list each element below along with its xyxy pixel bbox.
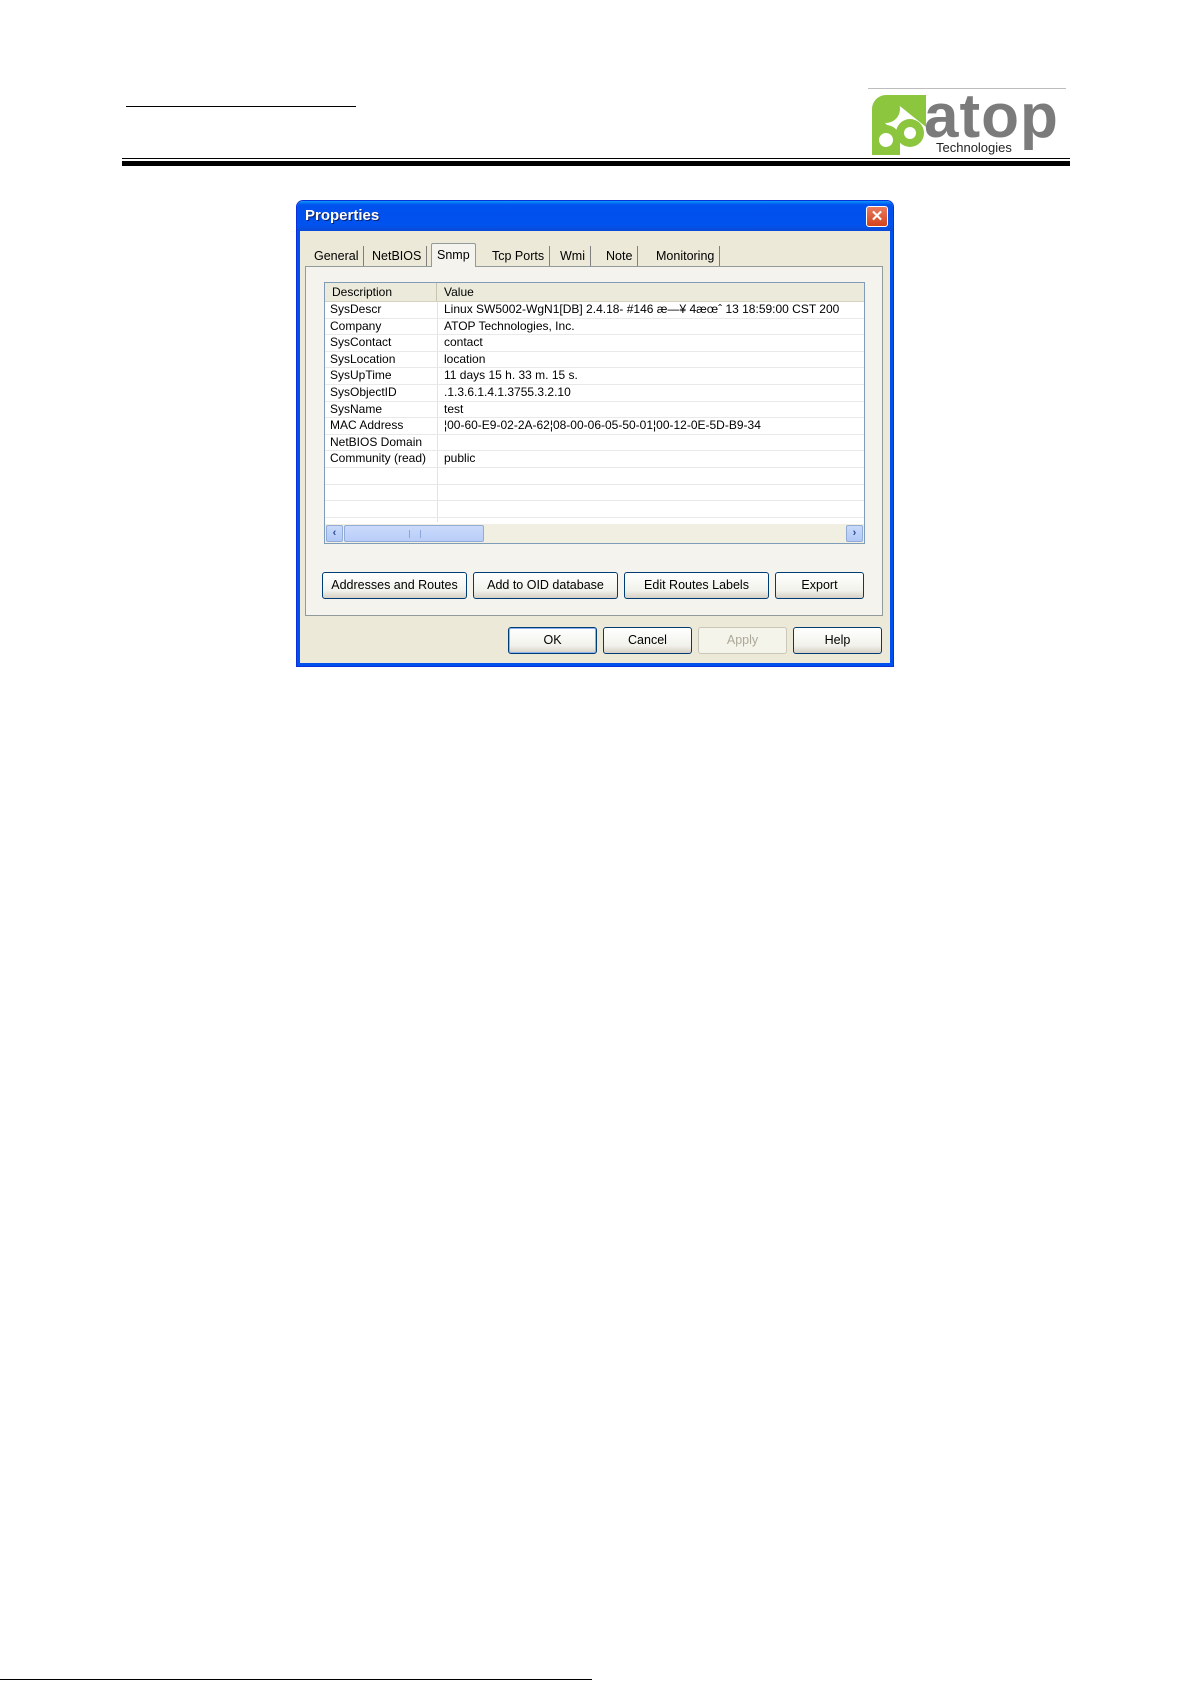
list-row[interactable]: SysLocation location — [325, 352, 864, 369]
addresses-and-routes-button[interactable]: Addresses and Routes — [322, 572, 467, 599]
row-description: Company — [330, 318, 382, 333]
cancel-button[interactable]: Cancel — [603, 627, 692, 654]
row-description: SysLocation — [330, 351, 396, 366]
scroll-thumb[interactable] — [344, 525, 484, 542]
header-short-rule — [126, 106, 356, 107]
title-bar[interactable]: Properties ✕ — [297, 201, 893, 231]
footer-rule — [0, 1679, 592, 1680]
tab-monitoring[interactable]: Monitoring — [651, 246, 721, 266]
row-description: SysContact — [330, 335, 392, 350]
add-to-oid-database-button[interactable]: Add to OID database — [473, 572, 618, 599]
row-description: SysUpTime — [330, 368, 392, 383]
tab-snmp[interactable]: Snmp — [431, 243, 476, 267]
horizontal-scrollbar[interactable]: ‹ › — [325, 524, 864, 543]
frame-left — [297, 231, 300, 666]
tab-tcp-ports[interactable]: Tcp Ports — [487, 246, 551, 266]
row-value: ATOP Technologies, Inc. — [444, 318, 575, 333]
list-row-empty — [325, 501, 864, 518]
list-row[interactable]: Community (read) public — [325, 451, 864, 468]
tab-general[interactable]: General — [309, 246, 365, 266]
frame-right — [890, 231, 893, 666]
tab-netbios[interactable]: NetBIOS — [367, 246, 428, 266]
list-header: Description Value — [325, 283, 864, 302]
list-row[interactable]: Company ATOP Technologies, Inc. — [325, 319, 864, 336]
logo-mark-icon — [872, 95, 926, 155]
row-description: Community (read) — [330, 451, 427, 466]
list-row-empty — [325, 468, 864, 485]
header-thin-rule — [122, 158, 1070, 159]
row-description: NetBIOS Domain — [330, 434, 423, 449]
scroll-right-button[interactable]: › — [846, 525, 863, 542]
scroll-left-button[interactable]: ‹ — [326, 525, 343, 542]
snmp-tab-panel: Description Value SysDescr Linux SW5002-W… — [305, 266, 883, 616]
row-value: .1.3.6.1.4.1.3755.3.2.10 — [444, 384, 571, 399]
help-button[interactable]: Help — [793, 627, 882, 654]
list-rows: SysDescr Linux SW5002-WgN1[DB] 2.4.18- #1… — [325, 302, 864, 535]
row-value: Linux SW5002-WgN1[DB] 2.4.18- #146 æ—¥ 4… — [444, 302, 840, 316]
column-header-description[interactable]: Description — [325, 283, 437, 301]
list-row[interactable]: NetBIOS Domain — [325, 435, 864, 452]
chevron-left-icon: ‹ — [332, 527, 337, 539]
row-description: SysObjectID — [330, 384, 397, 399]
row-description: SysName — [330, 401, 383, 416]
properties-dialog: Properties ✕ General NetBIOS Snmp Tcp Po… — [296, 200, 894, 667]
list-row[interactable]: MAC Address ¦00-60-E9-02-2A-62¦08-00-06-0… — [325, 418, 864, 435]
snmp-list-view[interactable]: Description Value SysDescr Linux SW5002-W… — [324, 282, 865, 544]
ok-button[interactable]: OK — [508, 627, 597, 654]
list-row[interactable]: SysName test — [325, 402, 864, 419]
scroll-grip-icon — [409, 530, 421, 538]
list-row-empty — [325, 485, 864, 502]
row-description: MAC Address — [330, 418, 404, 433]
row-value: ¦00-60-E9-02-2A-62¦08-00-06-05-50-01¦00-… — [444, 418, 761, 433]
export-button[interactable]: Export — [775, 572, 864, 599]
list-row[interactable]: SysDescr Linux SW5002-WgN1[DB] 2.4.18- #1… — [325, 302, 864, 319]
logo-subtext: Technologies — [934, 140, 1014, 155]
edit-routes-labels-button[interactable]: Edit Routes Labels — [624, 572, 769, 599]
row-value: contact — [444, 335, 483, 350]
row-value: location — [444, 351, 486, 366]
close-button[interactable]: ✕ — [866, 206, 888, 227]
close-icon: ✕ — [870, 208, 884, 225]
dialog-title: Properties — [305, 207, 380, 224]
row-value: test — [444, 401, 464, 416]
row-value: public — [444, 451, 476, 466]
tab-wmi[interactable]: Wmi — [555, 246, 591, 266]
frame-bottom — [297, 663, 893, 666]
company-logo: atop Technologies — [868, 82, 1066, 158]
apply-button[interactable]: Apply — [698, 627, 787, 654]
row-value: 11 days 15 h. 33 m. 15 s. — [444, 368, 578, 383]
list-row[interactable]: SysObjectID .1.3.6.1.4.1.3755.3.2.10 — [325, 385, 864, 402]
list-row[interactable]: SysUpTime 11 days 15 h. 33 m. 15 s. — [325, 368, 864, 385]
tab-note[interactable]: Note — [601, 246, 639, 266]
header-thick-rule — [122, 161, 1070, 166]
column-header-value[interactable]: Value — [437, 283, 864, 301]
list-row[interactable]: SysContact contact — [325, 335, 864, 352]
row-description: SysDescr — [330, 302, 382, 316]
chevron-right-icon: › — [852, 527, 857, 539]
